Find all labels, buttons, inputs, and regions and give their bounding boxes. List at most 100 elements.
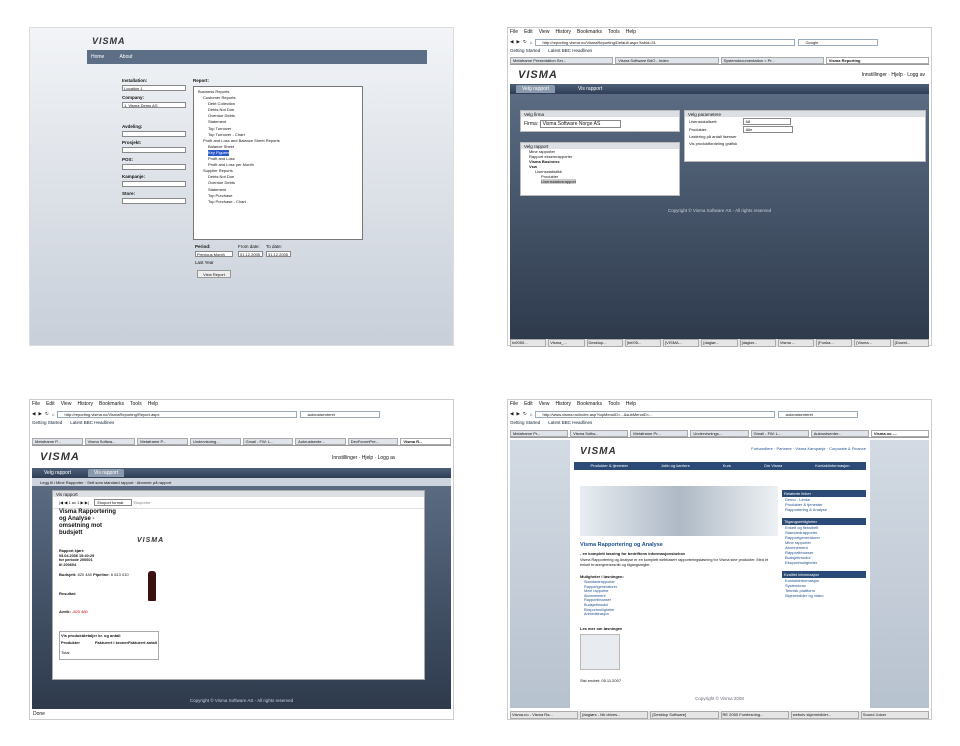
forward-icon[interactable]: ▶ [38, 411, 41, 417]
home-icon[interactable]: ⌂ [530, 40, 533, 45]
browser-tab[interactable]: Gmail - FW: L... [750, 430, 809, 437]
search-box[interactable]: aukrustsenteret [300, 410, 381, 418]
taskbar-item[interactable]: [daglør... [701, 339, 738, 347]
taskbar-item[interactable]: [Inf/05... [624, 339, 662, 347]
export-format-select[interactable]: Eksport format [94, 499, 133, 506]
browser-tab-active[interactable]: Visma.no -... [870, 430, 929, 437]
reload-icon[interactable]: ↻ [523, 411, 527, 417]
param-input[interactable]: Alle [742, 126, 794, 133]
subnav-link[interactable]: Abonner på rapport [137, 480, 171, 485]
browser-tab[interactable]: Metaframe Pr... [510, 430, 569, 437]
menu-help[interactable]: Help [626, 29, 636, 35]
store-select[interactable] [122, 198, 186, 204]
forward-icon[interactable]: ▶ [516, 411, 519, 417]
view-report-button[interactable]: View Report [197, 270, 231, 278]
forward-icon[interactable]: ▶ [516, 39, 519, 45]
menu-bookmarks[interactable]: Bookmarks [577, 29, 602, 35]
reload-icon[interactable]: ↻ [45, 411, 49, 417]
menu-bookmarks[interactable]: Bookmarks [99, 401, 124, 407]
sidebar-link[interactable]: Skjermbilder og video [782, 593, 866, 598]
menu-history[interactable]: History [555, 29, 571, 35]
tab-velg-rapport[interactable]: Velg rapport [38, 469, 77, 477]
browser-tab[interactable]: Metaframe Pr... [630, 430, 689, 437]
logout-link[interactable]: Logg av [907, 72, 925, 78]
export-button[interactable]: Eksporter [134, 500, 151, 505]
reload-icon[interactable]: ↻ [523, 39, 527, 45]
nav-about[interactable]: About [119, 54, 132, 60]
menu-bookmarks[interactable]: Bookmarks [577, 401, 602, 407]
taskbar-item[interactable]: RE 2050 Forelesning... [720, 711, 789, 719]
taskbar-item[interactable]: [daglørs - Nb drives... [580, 711, 649, 719]
taskbar-item[interactable]: [Visma... [854, 339, 891, 347]
url-bar[interactable]: http://www.visma.no/index.asp?topMenuID=… [535, 410, 776, 418]
top-link[interactable]: Partnere [776, 446, 791, 451]
menu-view[interactable]: View [539, 29, 550, 35]
browser-tab[interactable]: Undervisning... [189, 438, 241, 445]
menu-edit[interactable]: Edit [46, 401, 55, 407]
settings-link[interactable]: Innstillinger [862, 72, 887, 78]
search-box[interactable]: Google [798, 38, 879, 46]
tree-item[interactable]: Top Purchase - Chart [198, 199, 358, 205]
taskbar-item[interactable]: [daglør... [739, 339, 776, 347]
tab-vis-rapport[interactable]: Vis rapport [572, 85, 608, 93]
module-link[interactable]: Administrasjon [584, 612, 617, 617]
avdeling-select[interactable] [122, 131, 186, 137]
browser-tab[interactable]: Metaframe P... [32, 438, 83, 445]
menu-help[interactable]: Help [626, 401, 636, 407]
menu-view[interactable]: View [539, 401, 550, 407]
menu-history[interactable]: History [77, 401, 93, 407]
url-bar[interactable]: http://reporting.visma.no/VismaReporting… [535, 38, 796, 46]
first-page-icon[interactable]: |◀ [59, 500, 63, 505]
menu-edit[interactable]: Edit [524, 401, 533, 407]
menu-history[interactable]: History [555, 401, 571, 407]
page-indicator[interactable]: 1 av 1 [68, 500, 79, 505]
menu-file[interactable]: File [32, 401, 40, 407]
tab-velg-rapport[interactable]: Velg rapport [516, 85, 555, 93]
bookmark-item[interactable]: Latest BBC Headlines [548, 420, 592, 425]
module-link[interactable]: Standardrapporter [584, 580, 617, 585]
kampanje-select[interactable] [122, 181, 186, 187]
next-page-icon[interactable]: ▶ [80, 500, 83, 505]
checkbox-option[interactable]: Vis produktfordeling grafisk [685, 140, 925, 147]
taskbar-item[interactable]: webutv skjermbilder... [790, 711, 859, 719]
browser-tab-active[interactable]: Visma R... [400, 438, 451, 445]
browser-tab[interactable]: Aukrustsente... [295, 438, 346, 445]
param-input[interactable]: 68 [742, 118, 792, 125]
brochure-thumbnail[interactable] [580, 634, 620, 670]
site-nav-item[interactable]: Produkter & tjenester [590, 462, 628, 470]
bookmark-item[interactable]: Getting Started [510, 48, 540, 53]
top-link[interactable]: Forhandlere [751, 446, 773, 451]
help-link[interactable]: Hjelp [362, 455, 373, 461]
bookmark-item[interactable]: Latest BBC Headlines [70, 420, 114, 425]
site-nav-item[interactable]: Jobb og karriere [661, 462, 690, 470]
nav-home[interactable]: Home [91, 54, 104, 60]
menu-tools[interactable]: Tools [608, 29, 620, 35]
taskbar-item[interactable]: [Desktop Software] [650, 711, 719, 719]
pos-select[interactable] [122, 164, 186, 170]
browser-tab[interactable]: Visma Softw... [570, 430, 629, 437]
browser-tab[interactable]: Aukrustsenter... [810, 430, 869, 437]
home-icon[interactable]: ⌂ [530, 412, 533, 417]
bookmark-item[interactable]: Getting Started [32, 420, 62, 425]
subnav-link[interactable]: Sett som standard rapport [87, 480, 133, 485]
logout-link[interactable]: Logg av [378, 455, 396, 461]
tab-vis-rapport[interactable]: Vis rapport [88, 469, 125, 477]
menu-tools[interactable]: Tools [608, 401, 620, 407]
sidebar-link[interactable]: Eksportmuligheter [782, 560, 866, 565]
browser-tab[interactable]: Metaframe Presentation Ser... [510, 57, 614, 64]
browser-tab[interactable]: Systemdocumentation < Pr... [720, 57, 824, 64]
taskbar-item[interactable]: [Funka... [816, 339, 853, 347]
browser-tab[interactable]: Metaframe P... [137, 438, 188, 445]
back-icon[interactable]: ◀ [32, 411, 35, 417]
url-bar[interactable]: http://reporting.visma.no/VismaReporting… [57, 410, 298, 418]
company-select[interactable]: 1. Visma Demo AS [122, 102, 186, 108]
prev-page-icon[interactable]: ◀ [64, 500, 67, 505]
home-icon[interactable]: ⌂ [52, 412, 55, 417]
from-date-input[interactable]: 01.12.2005 [238, 251, 263, 257]
back-icon[interactable]: ◀ [510, 39, 513, 45]
search-box[interactable]: aukrustsenteret [778, 410, 859, 418]
taskbar-item[interactable]: Sound Juicer [860, 711, 930, 719]
taskbar-item[interactable]: Inf/050... [510, 339, 547, 347]
to-date-input[interactable]: 31.12.2005 [266, 251, 291, 257]
bookmark-item[interactable]: Getting Started [510, 420, 540, 425]
